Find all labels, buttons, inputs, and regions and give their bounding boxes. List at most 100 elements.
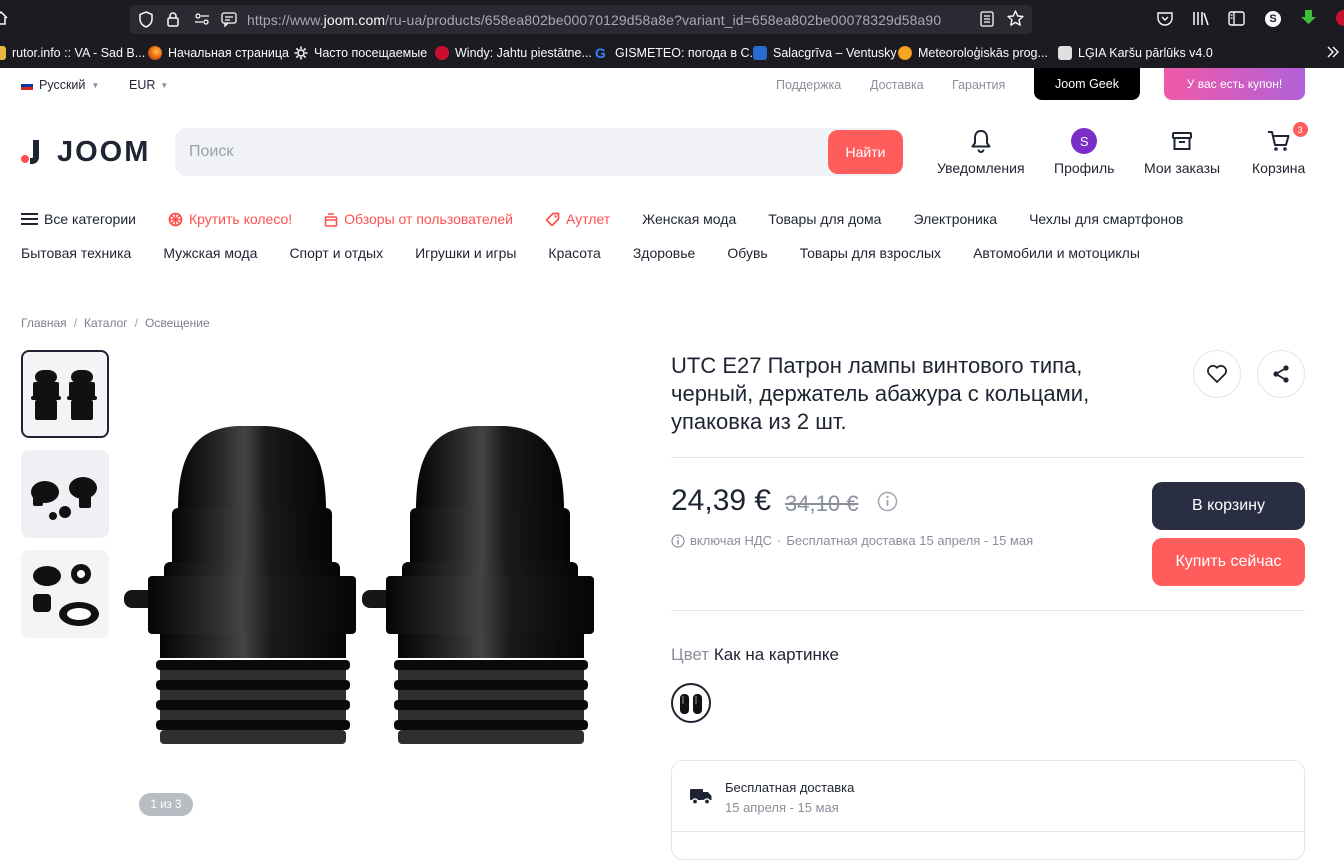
nav-men-fashion[interactable]: Мужская мода [163, 245, 257, 261]
bookmark-label: LĢIA Karšu pārlūks v4.0 [1078, 46, 1213, 60]
bookmark-label: Часто посещаемые [314, 46, 428, 60]
home-icon[interactable] [0, 11, 8, 25]
nav-spin-wheel[interactable]: Крутить колесо! [168, 211, 292, 227]
reader-view-icon[interactable] [980, 11, 994, 27]
buy-now-button[interactable]: Купить сейчас [1152, 538, 1305, 586]
shield-icon[interactable] [138, 11, 154, 28]
notifications-button[interactable]: Уведомления [937, 126, 1025, 176]
nav-toys[interactable]: Игрушки и игры [415, 245, 516, 261]
download-icon[interactable] [1300, 9, 1317, 26]
chevron-right-icon[interactable] [1326, 45, 1340, 59]
nav-sport[interactable]: Спорт и отдых [289, 245, 383, 261]
gallery-thumbnail[interactable] [21, 350, 109, 438]
breadcrumb-catalog[interactable]: Каталог [84, 316, 128, 330]
add-to-cart-button[interactable]: В корзину [1152, 482, 1305, 530]
nav-adult[interactable]: Товары для взрослых [800, 245, 941, 261]
product-title: UTC E27 Патрон лампы винтового типа, чер… [671, 353, 1090, 434]
bookmark-star-icon[interactable] [1007, 10, 1024, 27]
delivery-link[interactable]: Доставка [870, 78, 924, 92]
search-box: Найти [175, 128, 903, 176]
pocket-icon[interactable] [1157, 11, 1173, 26]
color-swatch[interactable] [671, 683, 711, 723]
divider [671, 457, 1305, 458]
divider [672, 831, 1304, 832]
nav-outlet[interactable]: Аутлет [545, 211, 610, 227]
delivery-dates: 15 апреля - 15 мая [725, 800, 839, 815]
breadcrumb-lighting[interactable]: Освещение [145, 316, 210, 330]
product-main-image[interactable] [118, 390, 594, 790]
search-input[interactable] [189, 141, 809, 163]
delivery-inline-text: Бесплатная доставка 15 апреля - 15 мая [786, 533, 1034, 548]
gear-icon [294, 46, 308, 60]
bookmark-item[interactable]: rutor.info :: VA - Sad B... [0, 44, 145, 62]
breadcrumb-home[interactable]: Главная [21, 316, 67, 330]
map-icon [1058, 46, 1072, 60]
tag-icon [545, 212, 560, 226]
bookmark-item[interactable]: Windy: Jahtu piestātne... [435, 44, 592, 62]
category-nav-row-1: Все категории Крутить колесо! Обзоры от … [21, 209, 1215, 229]
cart-count-badge: 3 [1292, 122, 1308, 137]
ventusky-icon [753, 46, 767, 60]
top-bar: Русский ▼ EUR ▼ Поддержка Доставка Гаран… [0, 68, 1344, 100]
price-info-icon[interactable] [877, 491, 898, 512]
share-button[interactable] [1257, 350, 1305, 398]
nav-all-categories[interactable]: Все категории [21, 211, 136, 227]
extension-icon[interactable] [1336, 10, 1344, 26]
bookmark-item[interactable]: Meteoroloģiskās prog... [898, 44, 1048, 62]
breadcrumb: Главная / Каталог / Освещение [21, 316, 210, 330]
favorite-button[interactable] [1193, 350, 1241, 398]
bookmark-item[interactable]: Salacgrīva – Ventusky [753, 44, 897, 62]
sidebar-icon[interactable] [1228, 11, 1245, 26]
cart-icon: 3 [1267, 122, 1308, 156]
language-selector[interactable]: Русский ▼ [21, 78, 99, 92]
coupon-button[interactable]: У вас есть купон! [1164, 68, 1305, 100]
currency-selector[interactable]: EUR ▼ [129, 78, 168, 92]
permissions-icon[interactable] [194, 12, 210, 26]
nav-appliances[interactable]: Бытовая техника [21, 245, 131, 261]
nav-beauty[interactable]: Красота [548, 245, 600, 261]
info-icon[interactable] [671, 533, 685, 548]
page-info-icon[interactable] [221, 12, 237, 27]
nav-shoes[interactable]: Обувь [727, 245, 767, 261]
nav-user-reviews[interactable]: Обзоры от пользователей [324, 211, 513, 227]
socket-right [362, 426, 594, 744]
bookmark-label: rutor.info :: VA - Sad B... [12, 46, 146, 60]
nav-health[interactable]: Здоровье [633, 245, 696, 261]
caret-down-icon: ▼ [160, 80, 169, 90]
bookmark-favicon-icon [0, 46, 6, 60]
browser-chrome: https://www.joom.com/ru-ua/products/658e… [0, 0, 1344, 68]
windy-icon [435, 46, 449, 60]
nav-home-goods[interactable]: Товары для дома [768, 211, 881, 227]
search-button[interactable]: Найти [828, 130, 903, 174]
joom-geek-button[interactable]: Joom Geek [1034, 68, 1140, 100]
vat-delivery-info: включая НДС · Бесплатная доставка 15 апр… [671, 533, 1033, 548]
nav-women-fashion[interactable]: Женская мода [642, 211, 736, 227]
joom-logo[interactable]: JOOM [21, 136, 150, 168]
color-label: Цвет [671, 645, 710, 664]
nav-auto-moto[interactable]: Автомобили и мотоциклы [973, 245, 1140, 261]
gift-icon [324, 212, 338, 227]
profile-button[interactable]: S Профиль [1054, 126, 1114, 176]
gallery-thumbnail[interactable] [21, 450, 109, 538]
color-value: Как на картинке [713, 645, 840, 664]
url-bar[interactable]: https://www.joom.com/ru-ua/products/658e… [130, 5, 1032, 34]
bookmark-item[interactable]: Начальная страница [148, 44, 289, 62]
orders-button[interactable]: Мои заказы [1144, 126, 1220, 176]
menu-icon [21, 213, 38, 225]
old-price: 34,10 € [785, 491, 859, 516]
lock-icon[interactable] [166, 11, 180, 27]
support-link[interactable]: Поддержка [776, 78, 841, 92]
bookmark-item[interactable]: LĢIA Karšu pārlūks v4.0 [1058, 44, 1213, 62]
cart-button[interactable]: 3 Корзина [1252, 122, 1308, 176]
nav-phone-cases[interactable]: Чехлы для смартфонов [1029, 211, 1183, 227]
divider [671, 610, 1305, 611]
bookmark-item[interactable]: Часто посещаемые [294, 44, 427, 62]
image-counter: 1 из 3 [139, 793, 193, 816]
nav-electronics[interactable]: Электроника [913, 211, 997, 227]
url-text[interactable]: https://www.joom.com/ru-ua/products/658e… [247, 12, 941, 28]
library-icon[interactable] [1192, 11, 1210, 26]
gallery-thumbnail[interactable] [21, 550, 109, 638]
bookmark-item[interactable]: G GISMETEO: погода в С... [595, 44, 760, 62]
warranty-link[interactable]: Гарантия [952, 78, 1005, 92]
account-icon[interactable]: S [1265, 11, 1281, 27]
